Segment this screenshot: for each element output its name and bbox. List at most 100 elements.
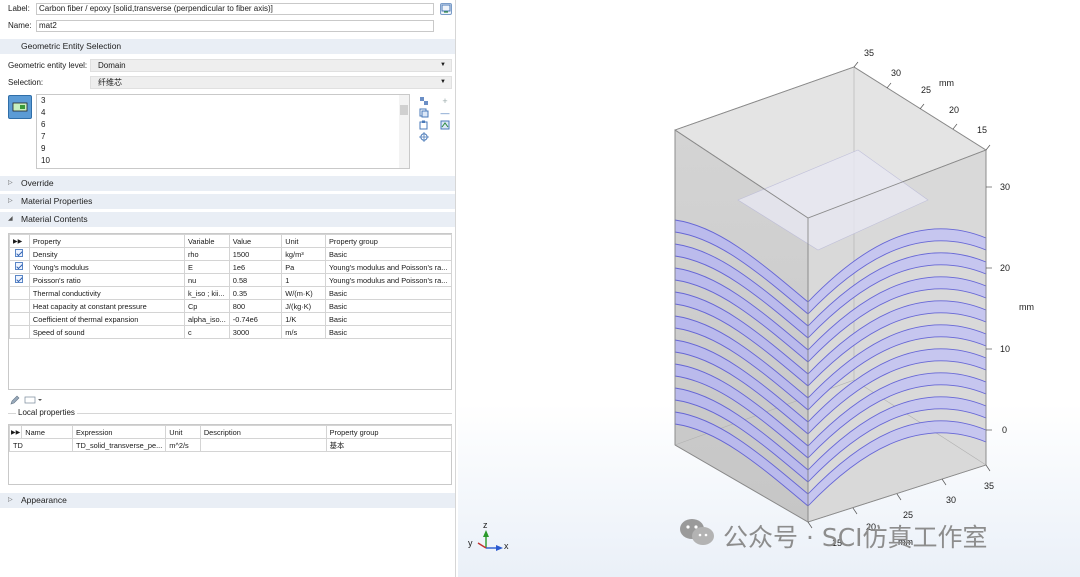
property-checkbox[interactable]: [15, 275, 24, 283]
table-row[interactable]: TD TD_solid_transverse_pe... m^2/s 基本: [9, 438, 453, 452]
reset-label-icon[interactable]: [440, 3, 452, 15]
list-item[interactable]: 6: [37, 119, 409, 131]
list-item[interactable]: 4: [37, 107, 409, 119]
table-row[interactable]: Young's modulus E 1e6 Pa Young's modulus…: [9, 260, 453, 274]
property-value[interactable]: 0.35: [228, 286, 283, 300]
property-value[interactable]: 1500: [228, 247, 283, 261]
label-input[interactable]: Carbon fiber / epoxy [solid,transverse (…: [36, 3, 434, 15]
local-property-expression[interactable]: TD_solid_transverse_pe...: [71, 438, 167, 452]
remove-icon[interactable]: —: [440, 108, 450, 118]
column-header[interactable]: Variable: [183, 234, 230, 248]
bottom-tick-label: 35: [984, 481, 994, 491]
chevron-right-icon: ▷: [8, 180, 13, 186]
local-property-unit: m^2/s: [165, 438, 201, 452]
column-header[interactable]: Description: [199, 425, 327, 439]
property-variable: alpha_iso...: [183, 312, 230, 326]
property-group: Basic: [324, 247, 453, 261]
expand-all-icon[interactable]: ▶▶: [9, 234, 30, 248]
table-row[interactable]: Speed of sound c 3000 m/s Basic: [9, 325, 453, 339]
top-tick-label: 30: [891, 68, 901, 78]
property-unit: Pa: [281, 260, 326, 274]
top-tick-label: 20: [949, 105, 959, 115]
property-value[interactable]: 0.58: [228, 273, 283, 287]
label-field-label: Label:: [8, 4, 30, 13]
right-tick-label: 0: [1002, 425, 1007, 435]
section-material-properties-title: Material Properties: [21, 196, 93, 206]
table-row[interactable]: Density rho 1500 kg/m³ Basic: [9, 247, 453, 261]
list-scrollbar[interactable]: [399, 95, 409, 168]
column-header[interactable]: Name: [21, 425, 73, 439]
property-group: Basic: [324, 299, 453, 313]
top-tick-label: 15: [977, 125, 987, 135]
local-property-group: 基本: [325, 438, 453, 452]
property-unit: m/s: [281, 325, 326, 339]
section-geometric-entity-selection[interactable]: Geometric Entity Selection: [0, 39, 455, 54]
property-checkbox[interactable]: [15, 262, 24, 270]
property-group: Basic: [324, 325, 453, 339]
property-unit: W/(m·K): [281, 286, 326, 300]
paste-selection-icon[interactable]: [419, 96, 429, 106]
clear-selection-icon[interactable]: [419, 120, 429, 130]
local-properties-table: ▶▶ Name Expression Unit Description Prop…: [8, 424, 453, 485]
list-item[interactable]: 3: [37, 95, 409, 107]
property-name: Speed of sound: [28, 325, 185, 339]
top-tick-label: 35: [864, 48, 874, 58]
name-input[interactable]: mat2: [36, 20, 434, 32]
active-selection-toggle[interactable]: [8, 95, 32, 119]
add-icon[interactable]: +: [440, 96, 450, 106]
copy-selection-icon[interactable]: [419, 108, 429, 118]
property-value[interactable]: 1e6: [228, 260, 283, 274]
triad-x-label: x: [504, 541, 509, 551]
property-value[interactable]: 3000: [228, 325, 283, 339]
column-header[interactable]: Property group: [325, 425, 453, 439]
property-checkbox[interactable]: [15, 249, 24, 257]
property-name: Poisson's ratio: [28, 273, 185, 287]
column-header[interactable]: Property: [28, 234, 185, 248]
right-tick-label: 30: [1000, 182, 1010, 192]
unit-menu-icon[interactable]: [24, 395, 44, 405]
name-field-label: Name:: [8, 21, 32, 30]
section-override[interactable]: ▷ Override: [0, 176, 455, 191]
section-appearance-title: Appearance: [21, 495, 67, 505]
geometry-canvas[interactable]: 35 30 25 20 15 mm 30 20 10 0 mm 35 30 25…: [458, 0, 1080, 577]
property-unit: 1/K: [281, 312, 326, 326]
column-header[interactable]: Property group: [324, 234, 453, 248]
list-item[interactable]: 7: [37, 131, 409, 143]
property-unit: kg/m³: [281, 247, 326, 261]
column-header[interactable]: Unit: [281, 234, 326, 248]
table-row[interactable]: Coefficient of thermal expansion alpha_i…: [9, 312, 453, 326]
section-material-contents-title: Material Contents: [21, 214, 88, 224]
column-header[interactable]: Expression: [71, 425, 167, 439]
list-item[interactable]: 9: [37, 143, 409, 155]
list-item[interactable]: 10: [37, 155, 409, 167]
zoom-to-selection-icon[interactable]: [419, 132, 429, 142]
scrollbar-thumb[interactable]: [400, 105, 408, 115]
column-header[interactable]: Unit: [165, 425, 201, 439]
triad-y-label: y: [468, 538, 473, 548]
table-row[interactable]: Thermal conductivity k_iso ; kii... 0.35…: [9, 286, 453, 300]
local-property-description[interactable]: [199, 438, 327, 452]
selection-label: Selection:: [8, 78, 44, 87]
edit-icon[interactable]: [10, 395, 22, 405]
expand-all-icon[interactable]: ▶▶: [8, 425, 23, 439]
property-value[interactable]: -0.74e6: [228, 312, 283, 326]
selection-select[interactable]: 纤维芯 ▼: [90, 76, 452, 89]
property-name: Thermal conductivity: [28, 286, 185, 300]
chevron-down-icon: ◢: [8, 216, 13, 222]
section-material-contents[interactable]: ◢ Material Contents: [0, 212, 455, 227]
entity-level-value: Domain: [98, 61, 126, 70]
graphics-view[interactable]: 35 30 25 20 15 mm 30 20 10 0 mm 35 30 25…: [458, 0, 1080, 577]
property-variable: E: [183, 260, 230, 274]
table-row[interactable]: Heat capacity at constant pressure Cp 80…: [9, 299, 453, 313]
table-row[interactable]: Poisson's ratio nu 0.58 1 Young's modulu…: [9, 273, 453, 287]
entity-level-select[interactable]: Domain ▼: [90, 59, 452, 72]
domain-list[interactable]: 3 4 6 7 9 10: [36, 94, 410, 169]
section-appearance[interactable]: ▷ Appearance: [0, 493, 455, 508]
property-value[interactable]: 800: [228, 299, 283, 313]
top-tick-label: 25: [921, 85, 931, 95]
create-selection-icon[interactable]: [440, 120, 450, 130]
column-header[interactable]: Value: [228, 234, 283, 248]
property-name: Heat capacity at constant pressure: [28, 299, 185, 313]
chevron-right-icon: ▷: [8, 497, 13, 503]
section-material-properties[interactable]: ▷ Material Properties: [0, 194, 455, 209]
